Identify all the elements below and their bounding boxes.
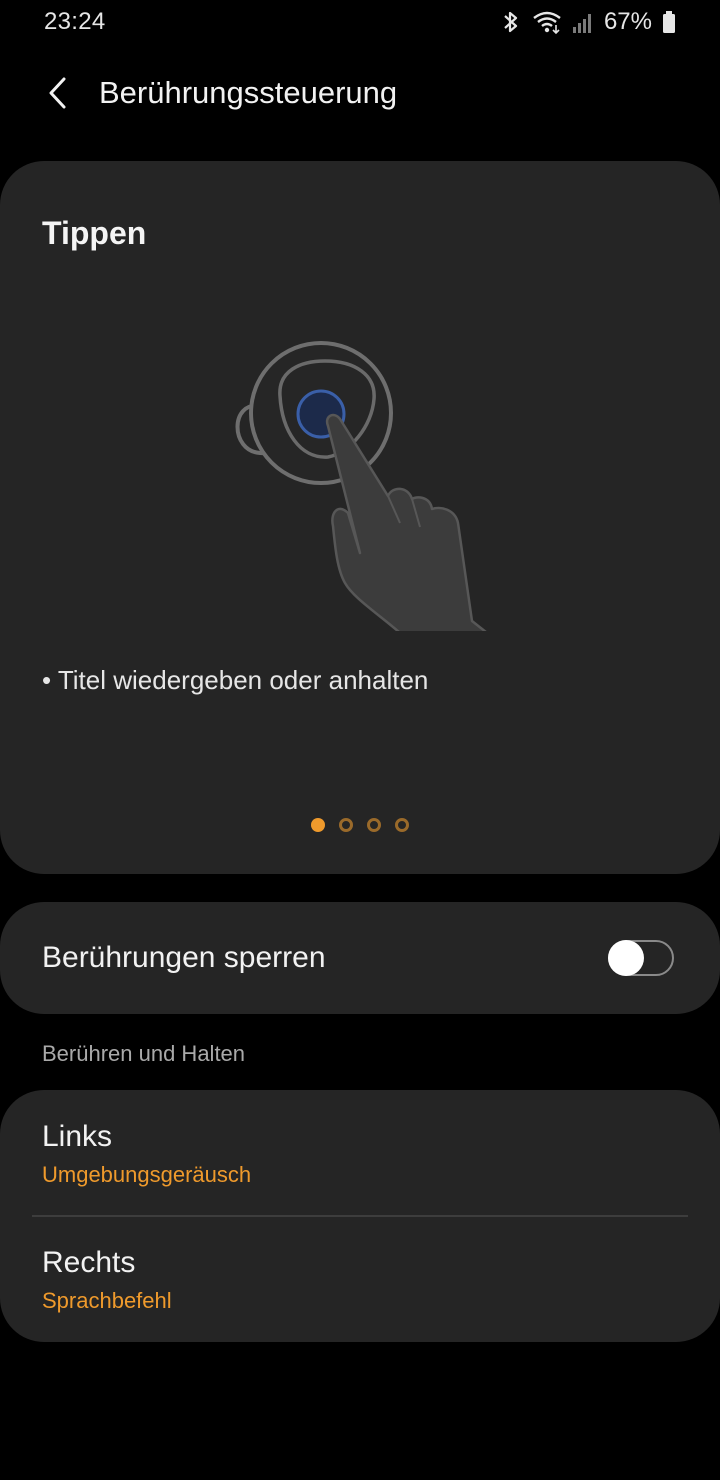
- hold-item-value: Sprachbefehl: [42, 1288, 172, 1313]
- screen: 23:24 67% Berührungssteuerung Tippen • T…: [0, 0, 720, 1480]
- pager-dots: [0, 818, 720, 832]
- gesture-tutorial-card[interactable]: Tippen • Titel wiedergeben oder anhalten: [0, 161, 720, 874]
- status-icons: 67%: [500, 8, 676, 36]
- status-time: 23:24: [44, 8, 106, 35]
- app-header: Berührungssteuerung: [0, 60, 720, 126]
- hold-item-value: Umgebungsgeräusch: [42, 1162, 252, 1187]
- gesture-description: • Titel wiedergeben oder anhalten: [42, 665, 429, 695]
- battery-percentage: 67%: [603, 8, 652, 35]
- lock-touch-toggle[interactable]: [608, 940, 674, 976]
- status-bar: 23:24 67%: [0, 0, 720, 44]
- touch-and-hold-card: Links Umgebungsgeräusch Rechts Sprachbef…: [0, 1090, 720, 1342]
- hold-item-title: Links: [42, 1120, 113, 1153]
- pager-dot-active[interactable]: [311, 818, 325, 832]
- page-title: Berührungssteuerung: [99, 75, 398, 110]
- hold-item-right[interactable]: Rechts Sprachbefehl: [0, 1216, 720, 1342]
- bluetooth-icon: [500, 9, 522, 35]
- toggle-knob: [608, 940, 644, 976]
- section-header-touch-and-hold: Berühren und Halten: [42, 1041, 246, 1066]
- back-arrow-icon: [49, 77, 66, 109]
- signal-icon: [572, 10, 594, 34]
- wifi-icon: [532, 9, 562, 35]
- hold-item-title: Rechts: [42, 1246, 136, 1279]
- gesture-title: Tippen: [42, 215, 147, 251]
- battery-icon: [662, 10, 676, 34]
- pager-dot[interactable]: [395, 818, 409, 832]
- lock-touch-row[interactable]: Berührungen sperren: [0, 902, 720, 1014]
- earbud-tap-illustration: [235, 341, 487, 631]
- hold-item-left[interactable]: Links Umgebungsgeräusch: [0, 1090, 720, 1217]
- pager-dot[interactable]: [367, 818, 381, 832]
- pager-dot[interactable]: [339, 818, 353, 832]
- back-button[interactable]: [28, 63, 88, 123]
- lock-touch-label: Berührungen sperren: [42, 941, 326, 974]
